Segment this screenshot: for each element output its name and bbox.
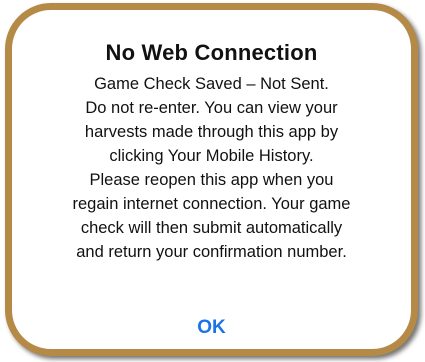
alert-message-line: harvests made through this app by (84, 123, 339, 141)
alert-message-line: Please reopen this app when you (89, 171, 334, 189)
alert-message: Game Check Saved – Not Sent. Do not re-e… (32, 72, 391, 264)
alert-message-line: check will then submit automatically (80, 219, 343, 237)
alert-message-line: regain internet connection. Your game (72, 195, 351, 213)
ok-button[interactable]: OK (12, 317, 411, 345)
alert-dialog-frame: No Web Connection Game Check Saved – Not… (5, 3, 418, 356)
alert-message-line: and return your confirmation number. (76, 243, 347, 261)
alert-divider (12, 290, 411, 291)
alert-message-line: Game Check Saved – Not Sent. (94, 75, 329, 93)
alert-title: No Web Connection (105, 40, 318, 65)
alert-dialog: No Web Connection Game Check Saved – Not… (12, 10, 411, 349)
alert-message-line: Do not re-enter. You can view your (85, 99, 338, 117)
alert-message-line: clicking Your Mobile History. (109, 147, 314, 165)
